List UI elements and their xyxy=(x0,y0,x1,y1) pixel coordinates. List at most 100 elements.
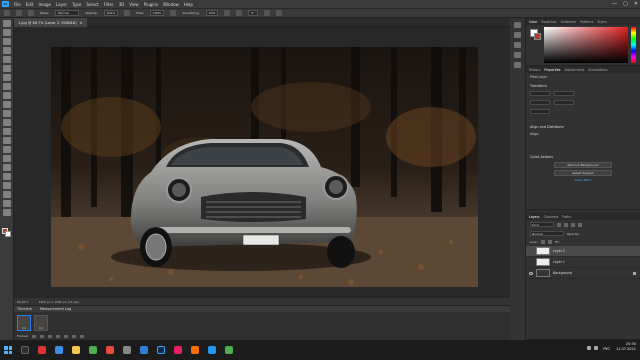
tab-annotations[interactable]: Annotations xyxy=(588,68,607,72)
duplicate-frame-icon[interactable] xyxy=(72,334,77,338)
file-explorer-icon[interactable] xyxy=(72,346,80,354)
angle-field[interactable] xyxy=(530,109,550,114)
network-icon[interactable] xyxy=(587,346,591,350)
menu-plugins[interactable]: Plugins xyxy=(144,2,158,7)
panel-foreground-swatch[interactable] xyxy=(534,33,541,40)
layer-name[interactable]: Layer 2 xyxy=(553,249,565,253)
tab-properties[interactable]: Properties xyxy=(544,68,560,72)
type-tool-icon[interactable] xyxy=(3,164,11,171)
select-subject-button[interactable]: Select Subject xyxy=(554,170,612,176)
path-select-tool-icon[interactable] xyxy=(3,173,11,180)
layer-row[interactable]: Layer 2 xyxy=(526,246,640,257)
tab-layers[interactable]: Layers xyxy=(529,215,540,219)
marquee-tool-icon[interactable] xyxy=(3,29,11,36)
pressure-size-icon[interactable] xyxy=(263,10,270,16)
quick-actions-header[interactable]: Quick Actions xyxy=(526,152,640,160)
app-icon[interactable] xyxy=(89,346,97,354)
tab-history[interactable]: History xyxy=(529,68,540,72)
tab-channels[interactable]: Channels xyxy=(544,215,559,219)
filter-shape-icon[interactable] xyxy=(578,222,582,227)
app-icon[interactable] xyxy=(208,346,216,354)
symmetry-icon[interactable] xyxy=(275,10,282,16)
minimize-button[interactable]: — xyxy=(612,1,617,7)
menu-filter[interactable]: Filter xyxy=(104,2,114,7)
next-frame-icon[interactable] xyxy=(56,334,61,338)
brush-settings-icon[interactable] xyxy=(28,10,34,16)
remove-background-button[interactable]: Remove Background xyxy=(554,162,612,168)
maximize-button[interactable]: ▢ xyxy=(623,1,628,7)
filter-type-icon[interactable] xyxy=(571,222,575,227)
crop-tool-icon[interactable] xyxy=(3,56,11,63)
language-indicator[interactable]: РУС xyxy=(603,347,610,351)
tab-styles[interactable]: Styles xyxy=(597,20,607,24)
history-brush-tool-icon[interactable] xyxy=(3,110,11,117)
layer-row[interactable]: Background xyxy=(526,268,640,279)
move-tool-icon[interactable] xyxy=(3,20,11,27)
clock[interactable]: 20:35 11.07.2021 xyxy=(616,342,636,352)
background-color-swatch[interactable] xyxy=(5,231,11,237)
photoshop-taskbar-icon[interactable] xyxy=(157,346,165,354)
menu-edit[interactable]: Edit xyxy=(26,2,34,7)
delete-frame-icon[interactable] xyxy=(80,334,85,338)
home-icon[interactable] xyxy=(4,10,10,16)
actions-panel-icon[interactable] xyxy=(514,32,521,38)
angle-field[interactable]: 0° xyxy=(248,10,258,16)
dodge-tool-icon[interactable] xyxy=(3,146,11,153)
mode-select[interactable]: Normal xyxy=(55,10,80,16)
layer-row[interactable]: Layer 1 xyxy=(526,257,640,268)
search-icon[interactable] xyxy=(21,346,29,354)
eyedropper-tool-icon[interactable] xyxy=(3,74,11,81)
pen-tool-icon[interactable] xyxy=(3,155,11,162)
clone-stamp-tool-icon[interactable] xyxy=(3,101,11,108)
lock-pixels-icon[interactable] xyxy=(540,240,545,244)
menu-select[interactable]: Select xyxy=(86,2,98,7)
app-icon[interactable] xyxy=(140,346,148,354)
paragraph-panel-icon[interactable] xyxy=(514,62,521,68)
history-panel-icon[interactable] xyxy=(514,22,521,28)
frame-delay[interactable]: 0,2 xyxy=(39,327,43,330)
rectangle-tool-icon[interactable] xyxy=(3,182,11,189)
opera-icon[interactable] xyxy=(38,346,46,354)
hand-tool-icon[interactable] xyxy=(3,191,11,198)
flow-field[interactable]: 100% xyxy=(149,10,165,16)
menu-3d[interactable]: 3D xyxy=(119,2,125,7)
align-header[interactable]: Align and Distribute xyxy=(526,122,640,130)
tab-measurement-log[interactable]: Measurement Log xyxy=(40,307,71,311)
close-button[interactable]: ✕ xyxy=(634,1,638,7)
tab-swatches[interactable]: Swatches xyxy=(541,20,556,24)
app-icon[interactable] xyxy=(123,346,131,354)
menu-layer[interactable]: Layer xyxy=(56,2,67,7)
lasso-tool-icon[interactable] xyxy=(3,38,11,45)
previous-frame-icon[interactable] xyxy=(40,334,45,338)
opacity-field[interactable]: 100% xyxy=(103,10,119,16)
color-picker-field[interactable] xyxy=(544,27,628,63)
menu-image[interactable]: Image xyxy=(38,2,51,7)
filter-adjustment-icon[interactable] xyxy=(564,222,568,227)
brush-preset-icon[interactable] xyxy=(16,10,22,16)
eraser-tool-icon[interactable] xyxy=(3,119,11,126)
gradient-tool-icon[interactable] xyxy=(3,128,11,135)
more-tools-icon[interactable] xyxy=(3,209,11,216)
menu-view[interactable]: View xyxy=(129,2,139,7)
layer-name[interactable]: Layer 1 xyxy=(553,260,565,264)
blend-mode-select[interactable]: Normal xyxy=(530,231,564,236)
x-field[interactable] xyxy=(530,100,550,105)
visibility-eye-icon[interactable] xyxy=(529,250,533,253)
menu-window[interactable]: Window xyxy=(163,2,179,7)
app-icon[interactable] xyxy=(225,346,233,354)
zoom-tool-icon[interactable] xyxy=(3,200,11,207)
app-icon[interactable] xyxy=(106,346,114,354)
photo-canvas[interactable] xyxy=(51,47,478,287)
tween-icon[interactable] xyxy=(64,334,69,338)
layer-name[interactable]: Background xyxy=(553,271,572,275)
timeline-frame[interactable]: 0,2 xyxy=(34,315,48,331)
volume-icon[interactable] xyxy=(594,346,598,350)
visibility-eye-icon[interactable] xyxy=(529,271,533,275)
height-field[interactable] xyxy=(554,91,574,96)
play-icon[interactable] xyxy=(48,334,53,338)
brush-tool-icon[interactable] xyxy=(3,92,11,99)
menu-file[interactable]: File xyxy=(14,2,21,7)
hue-slider[interactable] xyxy=(631,27,636,63)
width-field[interactable] xyxy=(530,91,550,96)
close-tab-icon[interactable]: × xyxy=(80,21,83,25)
